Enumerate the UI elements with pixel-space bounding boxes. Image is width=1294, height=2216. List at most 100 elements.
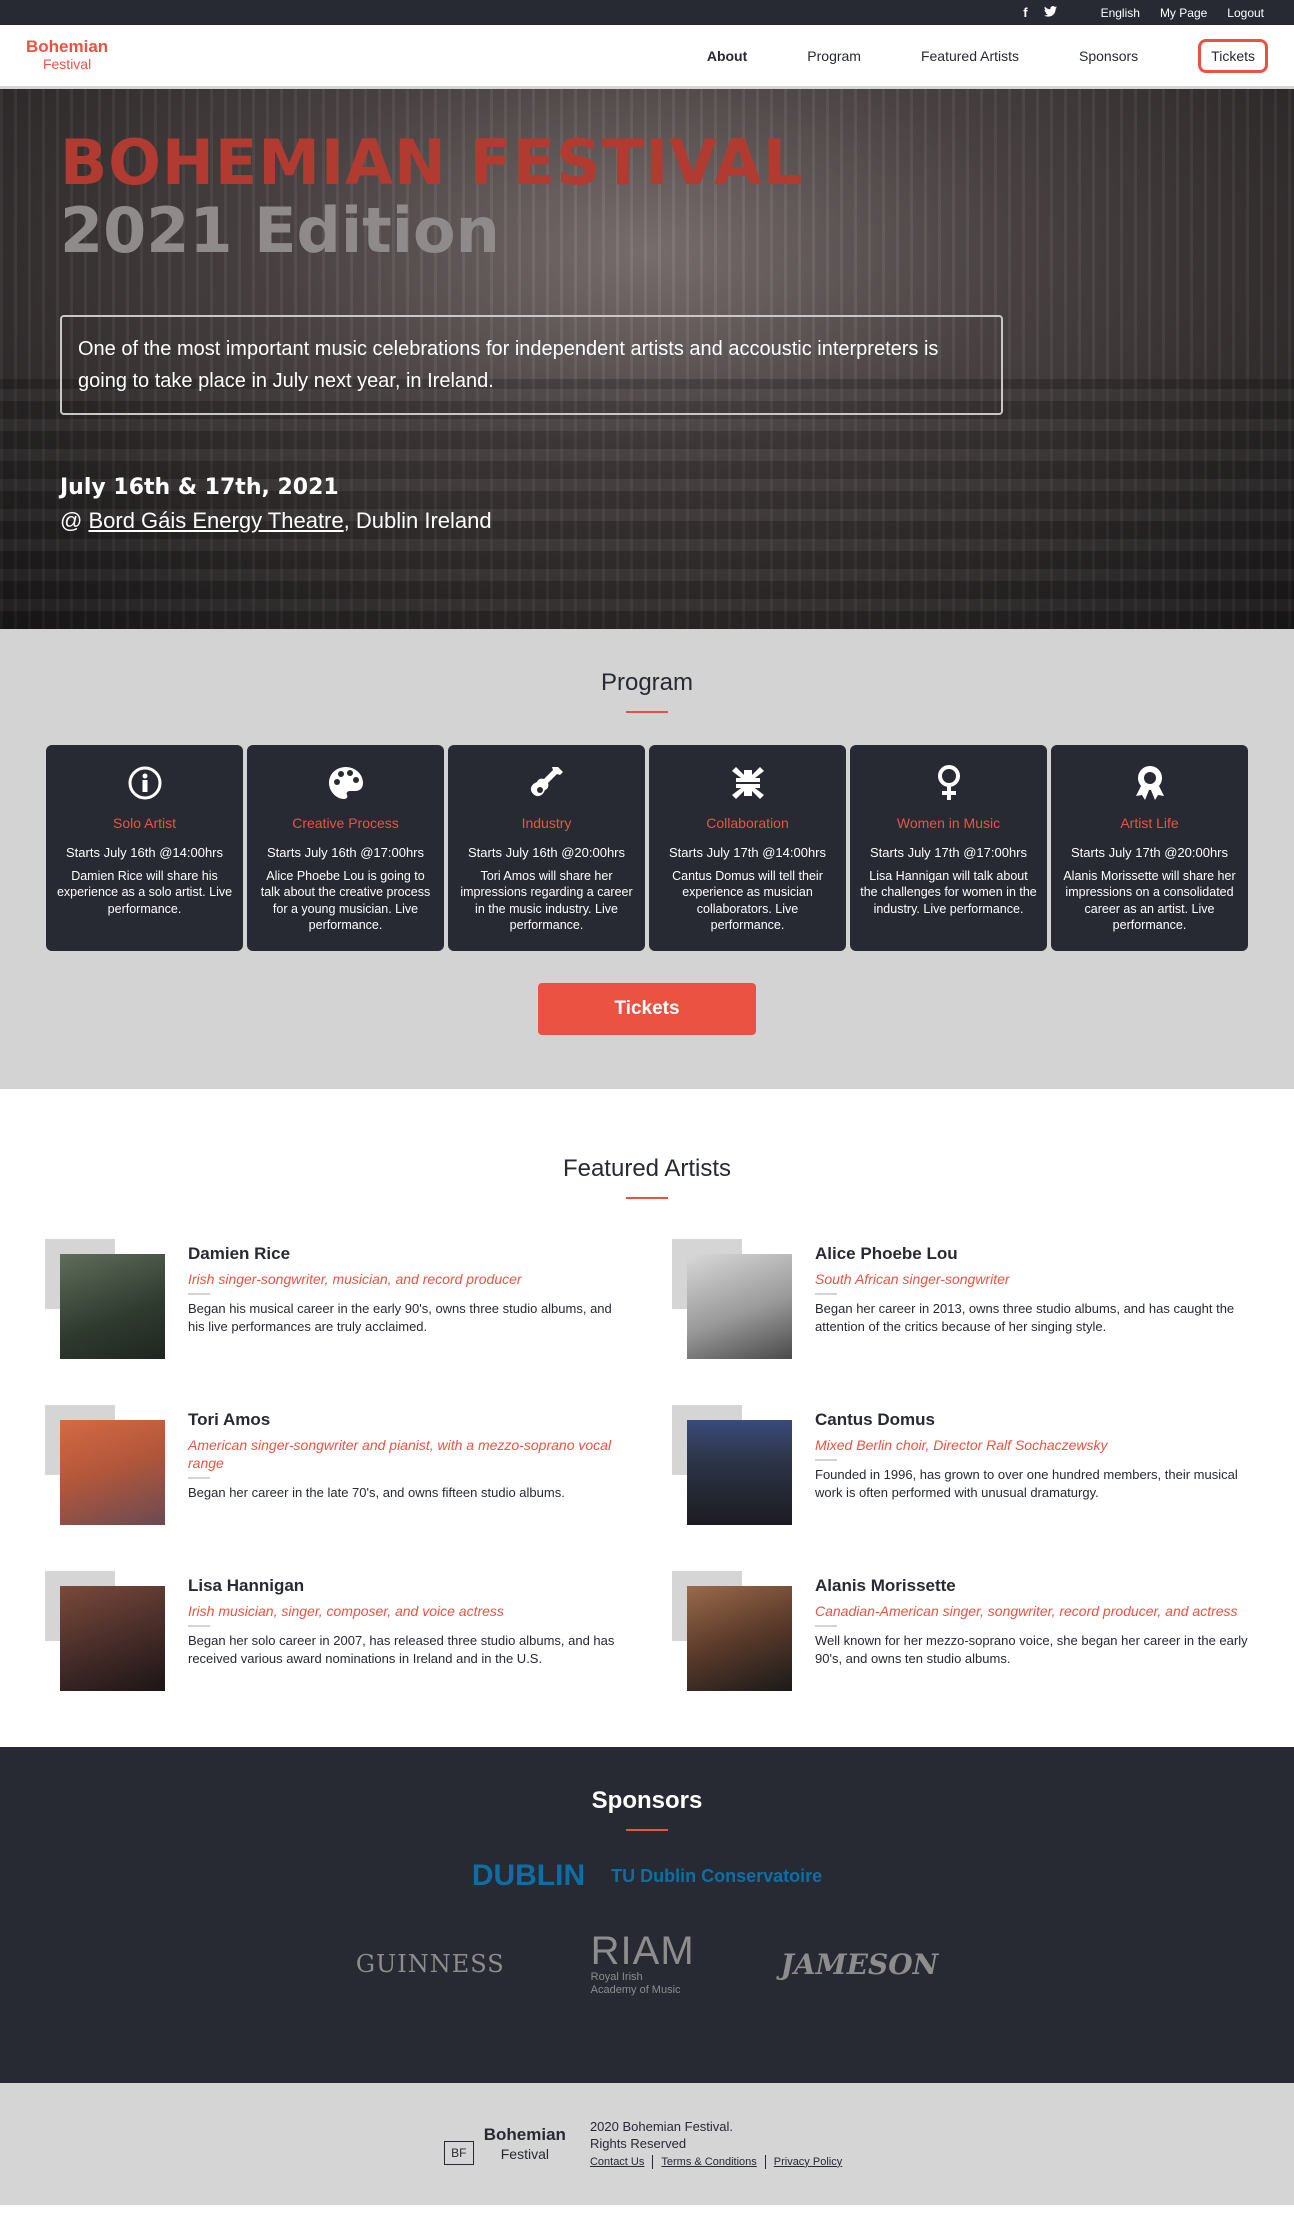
tu-dublin-logo: DUBLIN — [471, 1859, 586, 1892]
artist-name: Damien Rice — [188, 1244, 291, 1263]
title-rule — [626, 1197, 668, 1199]
program-title-text: Program — [600, 669, 694, 696]
venus-icon — [860, 763, 1037, 803]
twitter-icon[interactable] — [1043, 5, 1057, 20]
artist-card: Tori Amos American singer-songwriter and… — [45, 1405, 672, 1525]
venue-suffix: , Dublin Ireland — [343, 508, 492, 534]
card-title: Collaboration — [706, 815, 789, 831]
artist-bio: Began her career in the late 70's, and o… — [188, 1485, 565, 1501]
program-card: Women in Music Starts July 17th @17:00hr… — [850, 745, 1047, 951]
hero-title: BOHEMIAN FESTIVAL — [60, 126, 804, 199]
artist-info: Lisa Hannigan Irish musician, singer, co… — [188, 1576, 628, 1691]
artist-photo — [60, 1586, 165, 1691]
card-desc: Alanis Morissette will share her impress… — [1063, 869, 1236, 932]
card-desc: Tori Amos will share her impressions reg… — [460, 869, 633, 932]
nav-item-about[interactable]: About — [707, 48, 747, 64]
site-logo[interactable]: Bohemian Festival — [26, 38, 108, 72]
artist-name: Cantus Domus — [815, 1410, 935, 1429]
tu-dublin-sponsor: DUBLIN TU Dublin Conservatoire — [0, 1861, 1294, 1891]
logo-line2: Festival — [42, 56, 92, 73]
guitar-icon — [458, 763, 635, 803]
program-card: Artist Life Starts July 17th @20:00hrs A… — [1051, 745, 1248, 951]
footer-logo-line2: Festival — [500, 2145, 549, 2162]
terms-link[interactable]: Terms & Conditions — [652, 2154, 764, 2170]
artist-info: Alice Phoebe Lou South African singer-so… — [815, 1244, 1255, 1359]
artist-separator — [815, 1293, 837, 1296]
title-rule — [626, 711, 668, 713]
artist-photo-wrap — [672, 1571, 792, 1691]
artist-role: Canadian-American singer, songwriter, re… — [815, 1603, 1238, 1619]
nav-item-sponsors[interactable]: Sponsors — [1079, 48, 1138, 64]
hero-subtitle: 2021 Edition — [60, 194, 500, 268]
my-page-link[interactable]: My Page — [1160, 6, 1207, 20]
language-link[interactable]: English — [1101, 6, 1140, 20]
guinness-logo: GUINNESS — [355, 1950, 505, 1979]
artist-role: Irish musician, singer, composer, and vo… — [188, 1603, 504, 1619]
artist-card: Alanis Morissette Canadian-American sing… — [672, 1571, 1294, 1691]
featured-section: Featured Artists Damien Rice Irish singe… — [0, 1089, 1294, 1747]
program-card: Collaboration Starts July 17th @14:00hrs… — [649, 745, 846, 951]
artist-name: Tori Amos — [188, 1410, 271, 1429]
artist-photo — [687, 1586, 792, 1691]
nav-menu: About Program Featured Artists Sponsors … — [647, 38, 1268, 73]
artist-photo-wrap — [45, 1571, 165, 1691]
hero-intro: One of the most important music celebrat… — [60, 315, 1003, 416]
card-time: Starts July 17th @20:00hrs — [1071, 845, 1228, 860]
riam-line2: Academy of Music — [590, 1984, 681, 1997]
compress-icon — [659, 763, 836, 803]
venue-link[interactable]: Bord Gáis Energy Theatre — [88, 508, 343, 533]
social-links: f — [1023, 5, 1057, 20]
footer: BF Bohemian Festival 2020 Bohemian Festi… — [0, 2083, 1294, 2205]
artist-separator — [188, 1625, 210, 1628]
card-title: Solo Artist — [112, 815, 177, 831]
artist-photo — [60, 1254, 165, 1359]
artist-card: Damien Rice Irish singer-songwriter, mus… — [45, 1239, 672, 1359]
program-section: Program Solo Artist Starts July 16th @14… — [0, 629, 1294, 1089]
copyright-line1: 2020 Bohemian Festival. — [589, 2118, 734, 2134]
card-title: Creative Process — [292, 815, 399, 831]
logo-line1: Bohemian — [26, 37, 109, 57]
card-time: Starts July 17th @14:00hrs — [669, 845, 826, 860]
hero-date: July 16th & 17th, 2021 — [60, 475, 339, 501]
info-icon — [56, 763, 233, 803]
nav-item-featured-artists[interactable]: Featured Artists — [921, 48, 1019, 64]
artists-grid: Damien Rice Irish singer-songwriter, mus… — [45, 1239, 1294, 1691]
nav-tickets-button[interactable]: Tickets — [1198, 38, 1268, 73]
artist-name: Alice Phoebe Lou — [815, 1244, 958, 1263]
artist-bio: Began his musical career in the early 90… — [188, 1301, 612, 1334]
artist-bio: Began her solo career in 2007, has relea… — [188, 1633, 615, 1666]
facebook-icon[interactable]: f — [1023, 5, 1027, 20]
footer-links: Contact Us Terms & Conditions Privacy Po… — [590, 2154, 850, 2170]
artist-separator — [188, 1293, 210, 1296]
card-title: Women in Music — [896, 815, 1001, 831]
artist-bio: Well known for her mezzo-soprano voice, … — [815, 1633, 1248, 1666]
riam-logo: RIAM Royal Irish Academy of Music — [591, 1931, 695, 1997]
artist-photo — [687, 1254, 792, 1359]
artist-photo — [687, 1420, 792, 1525]
riam-letters: RIAM — [590, 1929, 695, 1973]
program-card: Industry Starts July 16th @20:00hrs Tori… — [448, 745, 645, 951]
sponsors-title-text: Sponsors — [591, 1787, 703, 1814]
card-desc: Damien Rice will share his experience as… — [56, 869, 233, 916]
card-time: Starts July 16th @14:00hrs — [66, 845, 223, 860]
artist-separator — [815, 1459, 837, 1462]
program-tickets-button[interactable]: Tickets — [538, 983, 756, 1035]
hero-venue: @ Bord Gáis Energy Theatre, Dublin Irela… — [60, 508, 1234, 534]
contact-us-link[interactable]: Contact Us — [590, 2155, 652, 2169]
logout-link[interactable]: Logout — [1227, 6, 1264, 20]
artist-name: Lisa Hannigan — [188, 1576, 305, 1595]
footer-info: 2020 Bohemian Festival. Rights Reserved … — [589, 2118, 850, 2170]
top-bar: f English My Page Logout — [0, 0, 1294, 25]
program-card: Solo Artist Starts July 16th @14:00hrs D… — [46, 745, 243, 951]
artist-info: Alanis Morissette Canadian-American sing… — [815, 1576, 1255, 1691]
sponsor-logos: GUINNESS RIAM Royal Irish Academy of Mus… — [0, 1931, 1294, 1997]
artist-role: South African singer-songwriter — [815, 1271, 1010, 1287]
privacy-link[interactable]: Privacy Policy — [764, 2154, 850, 2170]
artist-card: Alice Phoebe Lou South African singer-so… — [672, 1239, 1294, 1359]
featured-title: Featured Artists — [0, 1155, 1294, 1199]
footer-logo-line1: Bohemian — [483, 2125, 566, 2145]
footer-bf-mark: BF — [443, 2141, 474, 2165]
nav-item-program[interactable]: Program — [807, 48, 861, 64]
featured-title-text: Featured Artists — [562, 1155, 732, 1182]
sponsors-section: Sponsors DUBLIN TU Dublin Conservatoire … — [0, 1747, 1294, 2083]
